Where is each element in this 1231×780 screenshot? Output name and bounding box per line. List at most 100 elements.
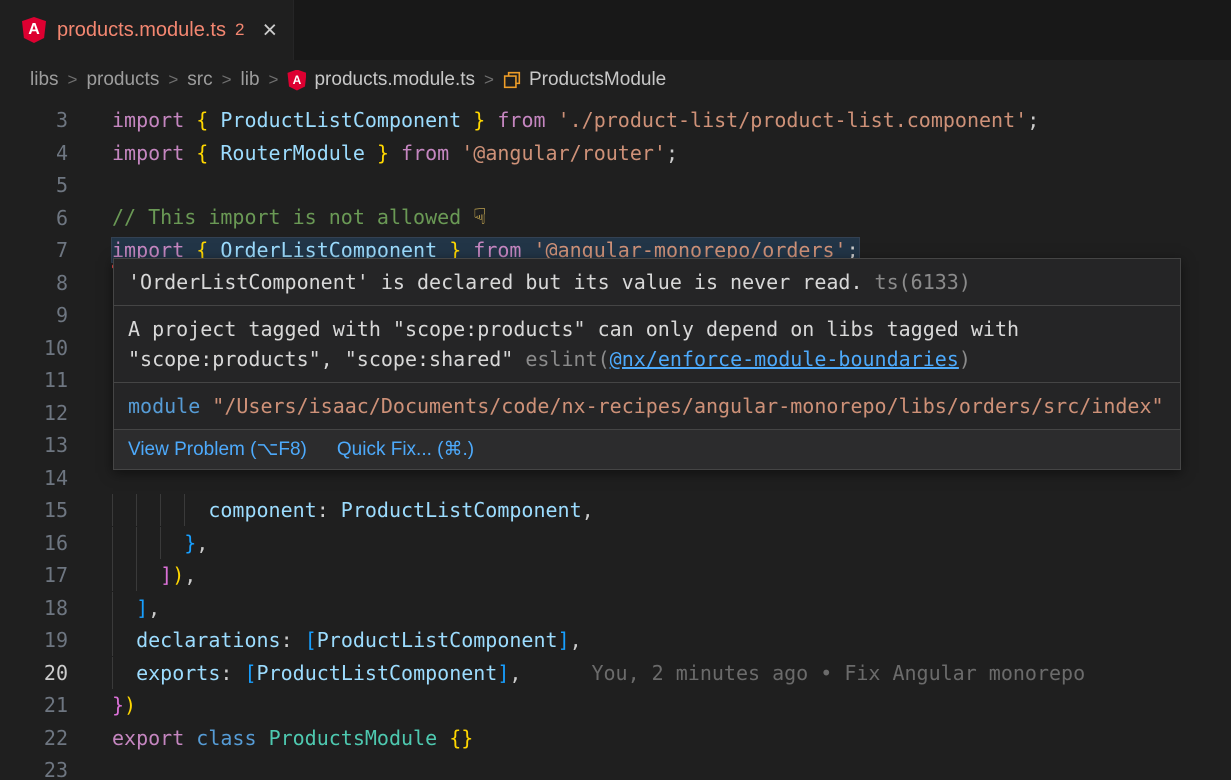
line-text: }, xyxy=(112,531,208,555)
code-line-21[interactable]: 21}) xyxy=(0,689,1231,722)
code-token: from xyxy=(401,141,449,165)
code-token: : xyxy=(281,628,305,652)
breadcrumb-label: products.module.ts xyxy=(314,69,475,91)
code-token: : xyxy=(317,498,341,522)
code-token xyxy=(485,108,497,132)
line-number: 18 xyxy=(0,596,68,620)
line-number: 10 xyxy=(0,336,68,360)
code-line-16[interactable]: 16 }, xyxy=(0,527,1231,560)
code-line-4[interactable]: 4import { RouterModule } from '@angular/… xyxy=(0,137,1231,170)
hover-section-1: 'OrderListComponent' is declared but its… xyxy=(114,259,1180,305)
code-token xyxy=(208,108,220,132)
breadcrumb-label: libs xyxy=(30,69,59,91)
angular-icon: A xyxy=(22,17,46,43)
indent-guide xyxy=(136,527,137,559)
code-token: : xyxy=(220,661,244,685)
hover-text: 'OrderListComponent' is declared but its… xyxy=(128,270,863,294)
code-token: , xyxy=(148,596,160,620)
code-token: ] xyxy=(558,628,570,652)
code-token: { xyxy=(196,141,208,165)
code-token xyxy=(184,108,196,132)
indent-guide xyxy=(112,494,113,526)
indent-guide xyxy=(136,494,137,526)
line-text: ], xyxy=(112,596,160,620)
code-line-17[interactable]: 17 ]), xyxy=(0,559,1231,592)
line-number: 12 xyxy=(0,401,68,425)
code-token: // This import is not allowed xyxy=(112,205,473,229)
code-token: } xyxy=(184,531,196,555)
code-token: } xyxy=(377,141,389,165)
eslint-rule-link[interactable]: @nx/enforce-module-boundaries xyxy=(610,347,959,371)
hover-text: "/Users/isaac/Documents/code/nx-recipes/… xyxy=(212,391,790,421)
code-token: } xyxy=(473,108,485,132)
breadcrumb-item-products-module-ts[interactable]: Aproducts.module.ts xyxy=(287,69,475,91)
breadcrumb-separator: > xyxy=(168,70,178,90)
line-number: 20 xyxy=(0,661,68,685)
hover-text: module xyxy=(128,394,212,418)
hover-text: ) xyxy=(959,347,971,371)
hover-text: monorepo/libs/orders/src/index" xyxy=(790,391,1163,421)
breadcrumb-label: ProductsModule xyxy=(529,69,666,91)
code-line-20[interactable]: 20 exports: [ProductListComponent],You, … xyxy=(0,657,1231,690)
code-line-23[interactable]: 23 xyxy=(0,754,1231,780)
line-text: exports: [ProductListComponent],You, 2 m… xyxy=(112,661,1085,685)
code-token xyxy=(257,726,269,750)
code-token: ] xyxy=(136,596,148,620)
line-text: export class ProductsModule {} xyxy=(112,726,473,750)
code-token: exports xyxy=(136,661,220,685)
code-token xyxy=(546,108,558,132)
line-number: 15 xyxy=(0,498,68,522)
angular-icon: A xyxy=(287,70,306,91)
code-token xyxy=(389,141,401,165)
breadcrumb-separator: > xyxy=(269,70,279,90)
code-token: ] xyxy=(497,661,509,685)
hover-widget: 'OrderListComponent' is declared but its… xyxy=(113,258,1181,470)
tab-bar: A products.module.ts 2 × xyxy=(0,0,1231,60)
line-text: ]), xyxy=(112,563,196,587)
indent-guide xyxy=(136,559,137,591)
code-token: [ xyxy=(244,661,256,685)
close-icon[interactable]: × xyxy=(262,18,277,43)
line-text: import { RouterModule } from '@angular/r… xyxy=(112,141,678,165)
indent-guide xyxy=(112,592,113,624)
code-line-19[interactable]: 19 declarations: [ProductListComponent], xyxy=(0,624,1231,657)
code-token xyxy=(112,661,136,685)
indent-guide xyxy=(112,624,113,656)
code-token: ) xyxy=(124,693,136,717)
code-token: ProductListComponent xyxy=(220,108,461,132)
code-token: ProductsModule xyxy=(269,726,438,750)
code-token: declarations xyxy=(136,628,281,652)
breadcrumb-item-libs[interactable]: libs xyxy=(30,69,59,91)
code-token: [ xyxy=(305,628,317,652)
code-token xyxy=(112,596,136,620)
code-token: { xyxy=(196,108,208,132)
indent-guide xyxy=(112,657,113,689)
quick-fix-link[interactable]: Quick Fix... (⌘.) xyxy=(337,438,474,461)
code-line-5[interactable]: 5 xyxy=(0,169,1231,202)
code-line-3[interactable]: 3 import { ProductListComponent } from '.… xyxy=(0,104,1231,137)
code-line-6[interactable]: 6// This import is not allowed ☟ xyxy=(0,202,1231,235)
breadcrumb-item-lib[interactable]: lib xyxy=(241,69,260,91)
code-token xyxy=(184,726,196,750)
line-number: 22 xyxy=(0,726,68,750)
code-token: , xyxy=(509,661,521,685)
breadcrumb-item-src[interactable]: src xyxy=(187,69,212,91)
view-problem-link[interactable]: View Problem (⌥F8) xyxy=(128,438,307,461)
line-text: import { ProductListComponent } from './… xyxy=(112,108,1039,132)
code-line-18[interactable]: 18 ], xyxy=(0,592,1231,625)
code-token: RouterModule xyxy=(220,141,365,165)
code-line-15[interactable]: 15 component: ProductListComponent, xyxy=(0,494,1231,527)
code-token xyxy=(208,141,220,165)
code-editor[interactable]: 3 import { ProductListComponent } from '.… xyxy=(0,100,1231,780)
code-token: , xyxy=(582,498,594,522)
line-number: 3 xyxy=(0,108,68,132)
hover-section-3: module "/Users/isaac/Documents/code/nx-r… xyxy=(114,383,1180,429)
code-line-22[interactable]: 22 export class ProductsModule {} xyxy=(0,722,1231,755)
breadcrumb-item-productsmodule[interactable]: ProductsModule xyxy=(503,69,666,91)
line-number: 8 xyxy=(0,271,68,295)
tab-products-module[interactable]: A products.module.ts 2 × xyxy=(0,0,294,60)
breadcrumb-label: src xyxy=(187,69,212,91)
code-token xyxy=(449,141,461,165)
hover-text: ts(6133) xyxy=(863,270,971,294)
breadcrumb-item-products[interactable]: products xyxy=(86,69,159,91)
